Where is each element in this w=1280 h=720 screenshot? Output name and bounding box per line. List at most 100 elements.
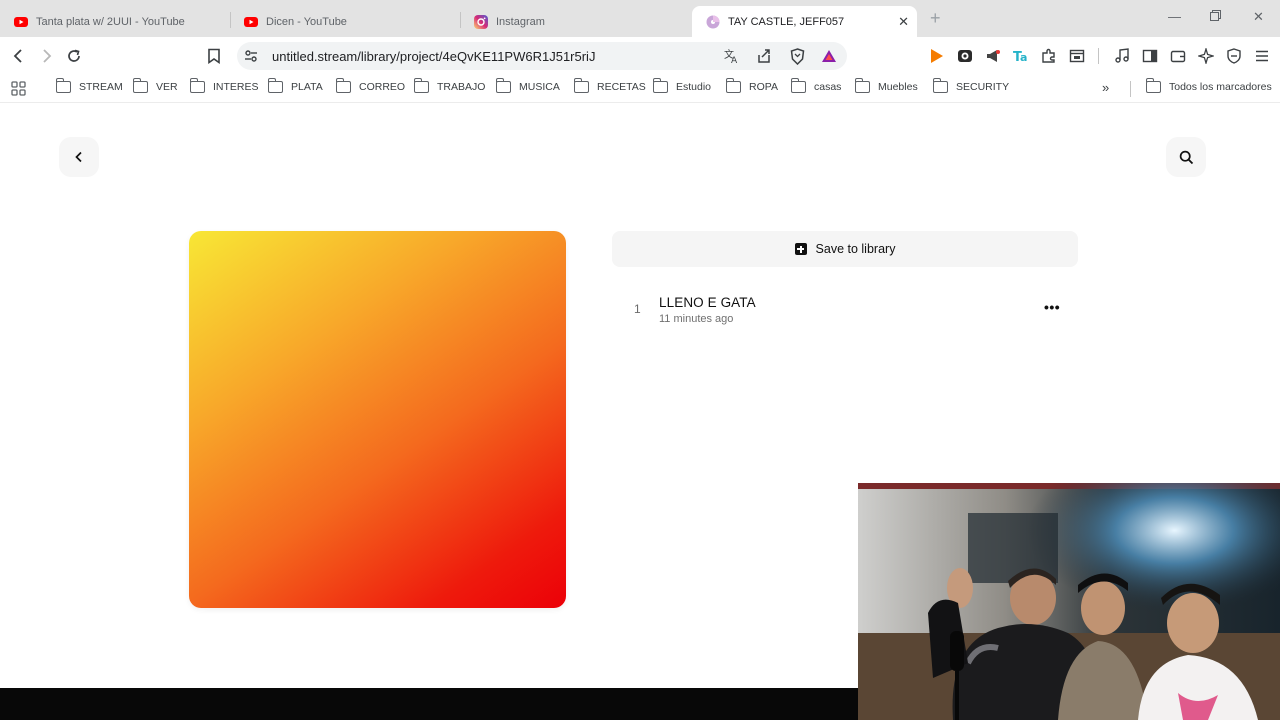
translate-icon[interactable]: 文A	[723, 47, 741, 65]
menu-icon[interactable]	[1253, 47, 1271, 65]
bookmark-label: CORREO	[359, 81, 406, 93]
browser-toolbar: untitled.stream/library/project/4eQvKE11…	[0, 37, 1280, 75]
search-button[interactable]	[1166, 137, 1206, 177]
brave-rewards-icon[interactable]	[820, 47, 838, 65]
bookmarks-separator	[1130, 81, 1131, 97]
wallet-icon[interactable]	[1169, 47, 1187, 65]
tab-manager-icon[interactable]	[1068, 47, 1086, 65]
tab-2[interactable]: Instagram	[460, 6, 690, 37]
bookmark-label: RECETAS	[597, 81, 646, 93]
svg-text:a: a	[1020, 51, 1027, 64]
folder-icon	[725, 78, 741, 93]
bookmark-folder-musica[interactable]: MUSICA	[495, 78, 560, 93]
vpn-shield-icon[interactable]	[1225, 47, 1243, 65]
bookmark-folder-muebles[interactable]: Muebles	[854, 78, 918, 93]
bookmark-folder-stream[interactable]: STREAM	[55, 78, 123, 93]
close-tab-icon[interactable]: ✕	[898, 14, 909, 30]
bookmark-folder-ropa[interactable]: ROPA	[725, 78, 778, 93]
folder-icon	[55, 78, 71, 93]
folder-icon	[189, 78, 205, 93]
bookmarks-bar: STREAM VER INTERES PLATA CORREO TRABAJO …	[0, 75, 1280, 103]
bookmark-icon[interactable]	[203, 45, 225, 67]
search-icon	[1179, 150, 1193, 164]
folder-icon	[790, 78, 806, 93]
bookmark-label: VER	[156, 81, 178, 93]
webcam-scene-image	[858, 483, 1280, 720]
track-row[interactable]: 1 LLENO E GATA 11 minutes ago •••	[612, 289, 1078, 329]
folder-icon	[413, 78, 429, 93]
bookmark-label: SECURITY	[956, 81, 1010, 93]
bookmark-label: TRABAJO	[437, 81, 486, 93]
tab-title: TAY CASTLE, JEFF057	[728, 15, 845, 28]
save-to-library-button[interactable]: Save to library	[612, 231, 1078, 267]
music-note-icon[interactable]	[1113, 47, 1131, 65]
minimize-window-button[interactable]: —	[1168, 9, 1181, 24]
bookmark-folder-trabajo[interactable]: TRABAJO	[413, 78, 486, 93]
sidebar-icon[interactable]	[1141, 47, 1159, 65]
track-number: 1	[634, 302, 641, 316]
all-bookmarks-folder[interactable]: Todos los marcadores	[1145, 78, 1272, 93]
youtube-icon	[244, 15, 258, 29]
reload-button[interactable]	[63, 45, 85, 67]
forward-button[interactable]	[35, 45, 57, 67]
bookmark-label: INTERES	[213, 81, 259, 93]
translator-extension-icon[interactable]: Ta	[1012, 47, 1030, 65]
tab-title: Tanta plata w/ 2UUI - YouTube	[36, 15, 185, 28]
apps-grid-icon[interactable]	[11, 81, 26, 96]
bookmark-folder-correo[interactable]: CORREO	[335, 78, 406, 93]
bookmark-label: ROPA	[749, 81, 778, 93]
bookmark-folder-plata[interactable]: PLATA	[267, 78, 323, 93]
tab-strip: Tanta plata w/ 2UUI - YouTube Dicen - Yo…	[0, 0, 1280, 37]
plus-square-icon	[794, 243, 807, 255]
back-nav-button[interactable]	[59, 137, 99, 177]
tab-3-active[interactable]: TAY CASTLE, JEFF057 ✕	[692, 6, 917, 37]
folder-icon	[573, 78, 589, 93]
back-button[interactable]	[8, 45, 30, 67]
restore-window-button[interactable]	[1210, 9, 1221, 24]
play-extension-icon[interactable]	[927, 47, 945, 65]
bookmark-folder-security[interactable]: SECURITY	[932, 78, 1010, 93]
tab-0[interactable]: Tanta plata w/ 2UUI - YouTube	[0, 6, 230, 37]
bookmark-label: Estudio	[676, 81, 712, 93]
chevron-left-icon	[75, 151, 82, 163]
bookmark-label: STREAM	[79, 81, 123, 93]
bookmark-folder-casas[interactable]: casas	[790, 78, 841, 93]
tab-title: Instagram	[496, 15, 545, 28]
webcam-overlay	[858, 483, 1280, 720]
track-title: LLENO E GATA	[659, 295, 756, 310]
new-tab-button[interactable]: +	[930, 9, 941, 27]
more-bookmarks-chevron-icon[interactable]: »	[1102, 80, 1109, 95]
extensions-puzzle-icon[interactable]	[1040, 47, 1058, 65]
camera-extension-icon[interactable]	[956, 47, 974, 65]
folder-icon	[335, 78, 351, 93]
close-window-button[interactable]: ✕	[1253, 9, 1264, 25]
bookmark-label: Muebles	[878, 81, 918, 93]
bookmark-folder-interes[interactable]: INTERES	[189, 78, 259, 93]
folder-icon	[652, 78, 668, 93]
bookmark-label: PLATA	[291, 81, 323, 93]
track-timestamp: 11 minutes ago	[659, 313, 734, 325]
tab-title: Dicen - YouTube	[266, 15, 347, 28]
stream-disc-icon	[706, 15, 720, 29]
more-options-icon[interactable]: •••	[1044, 299, 1060, 315]
address-bar[interactable]: untitled.stream/library/project/4eQvKE11…	[237, 42, 847, 70]
site-settings-icon[interactable]	[242, 47, 260, 65]
save-to-library-label: Save to library	[815, 242, 896, 256]
folder-icon	[267, 78, 283, 93]
svg-text:A: A	[731, 56, 738, 64]
tab-1[interactable]: Dicen - YouTube	[230, 6, 460, 37]
folder-icon	[495, 78, 511, 93]
bookmark-folder-recetas[interactable]: RECETAS	[573, 78, 646, 93]
bookmark-folder-ver[interactable]: VER	[132, 78, 178, 93]
youtube-icon	[14, 15, 28, 29]
folder-icon	[132, 78, 148, 93]
folder-icon	[932, 78, 948, 93]
brave-shields-icon[interactable]	[788, 47, 806, 65]
bookmark-label: Todos los marcadores	[1169, 81, 1272, 93]
share-icon[interactable]	[755, 47, 773, 65]
folder-icon	[1145, 78, 1161, 93]
bookmark-folder-estudio[interactable]: Estudio	[652, 78, 712, 93]
leo-ai-icon[interactable]	[1197, 47, 1215, 65]
toolbar-separator	[1098, 48, 1099, 64]
megaphone-extension-icon[interactable]	[984, 47, 1002, 65]
